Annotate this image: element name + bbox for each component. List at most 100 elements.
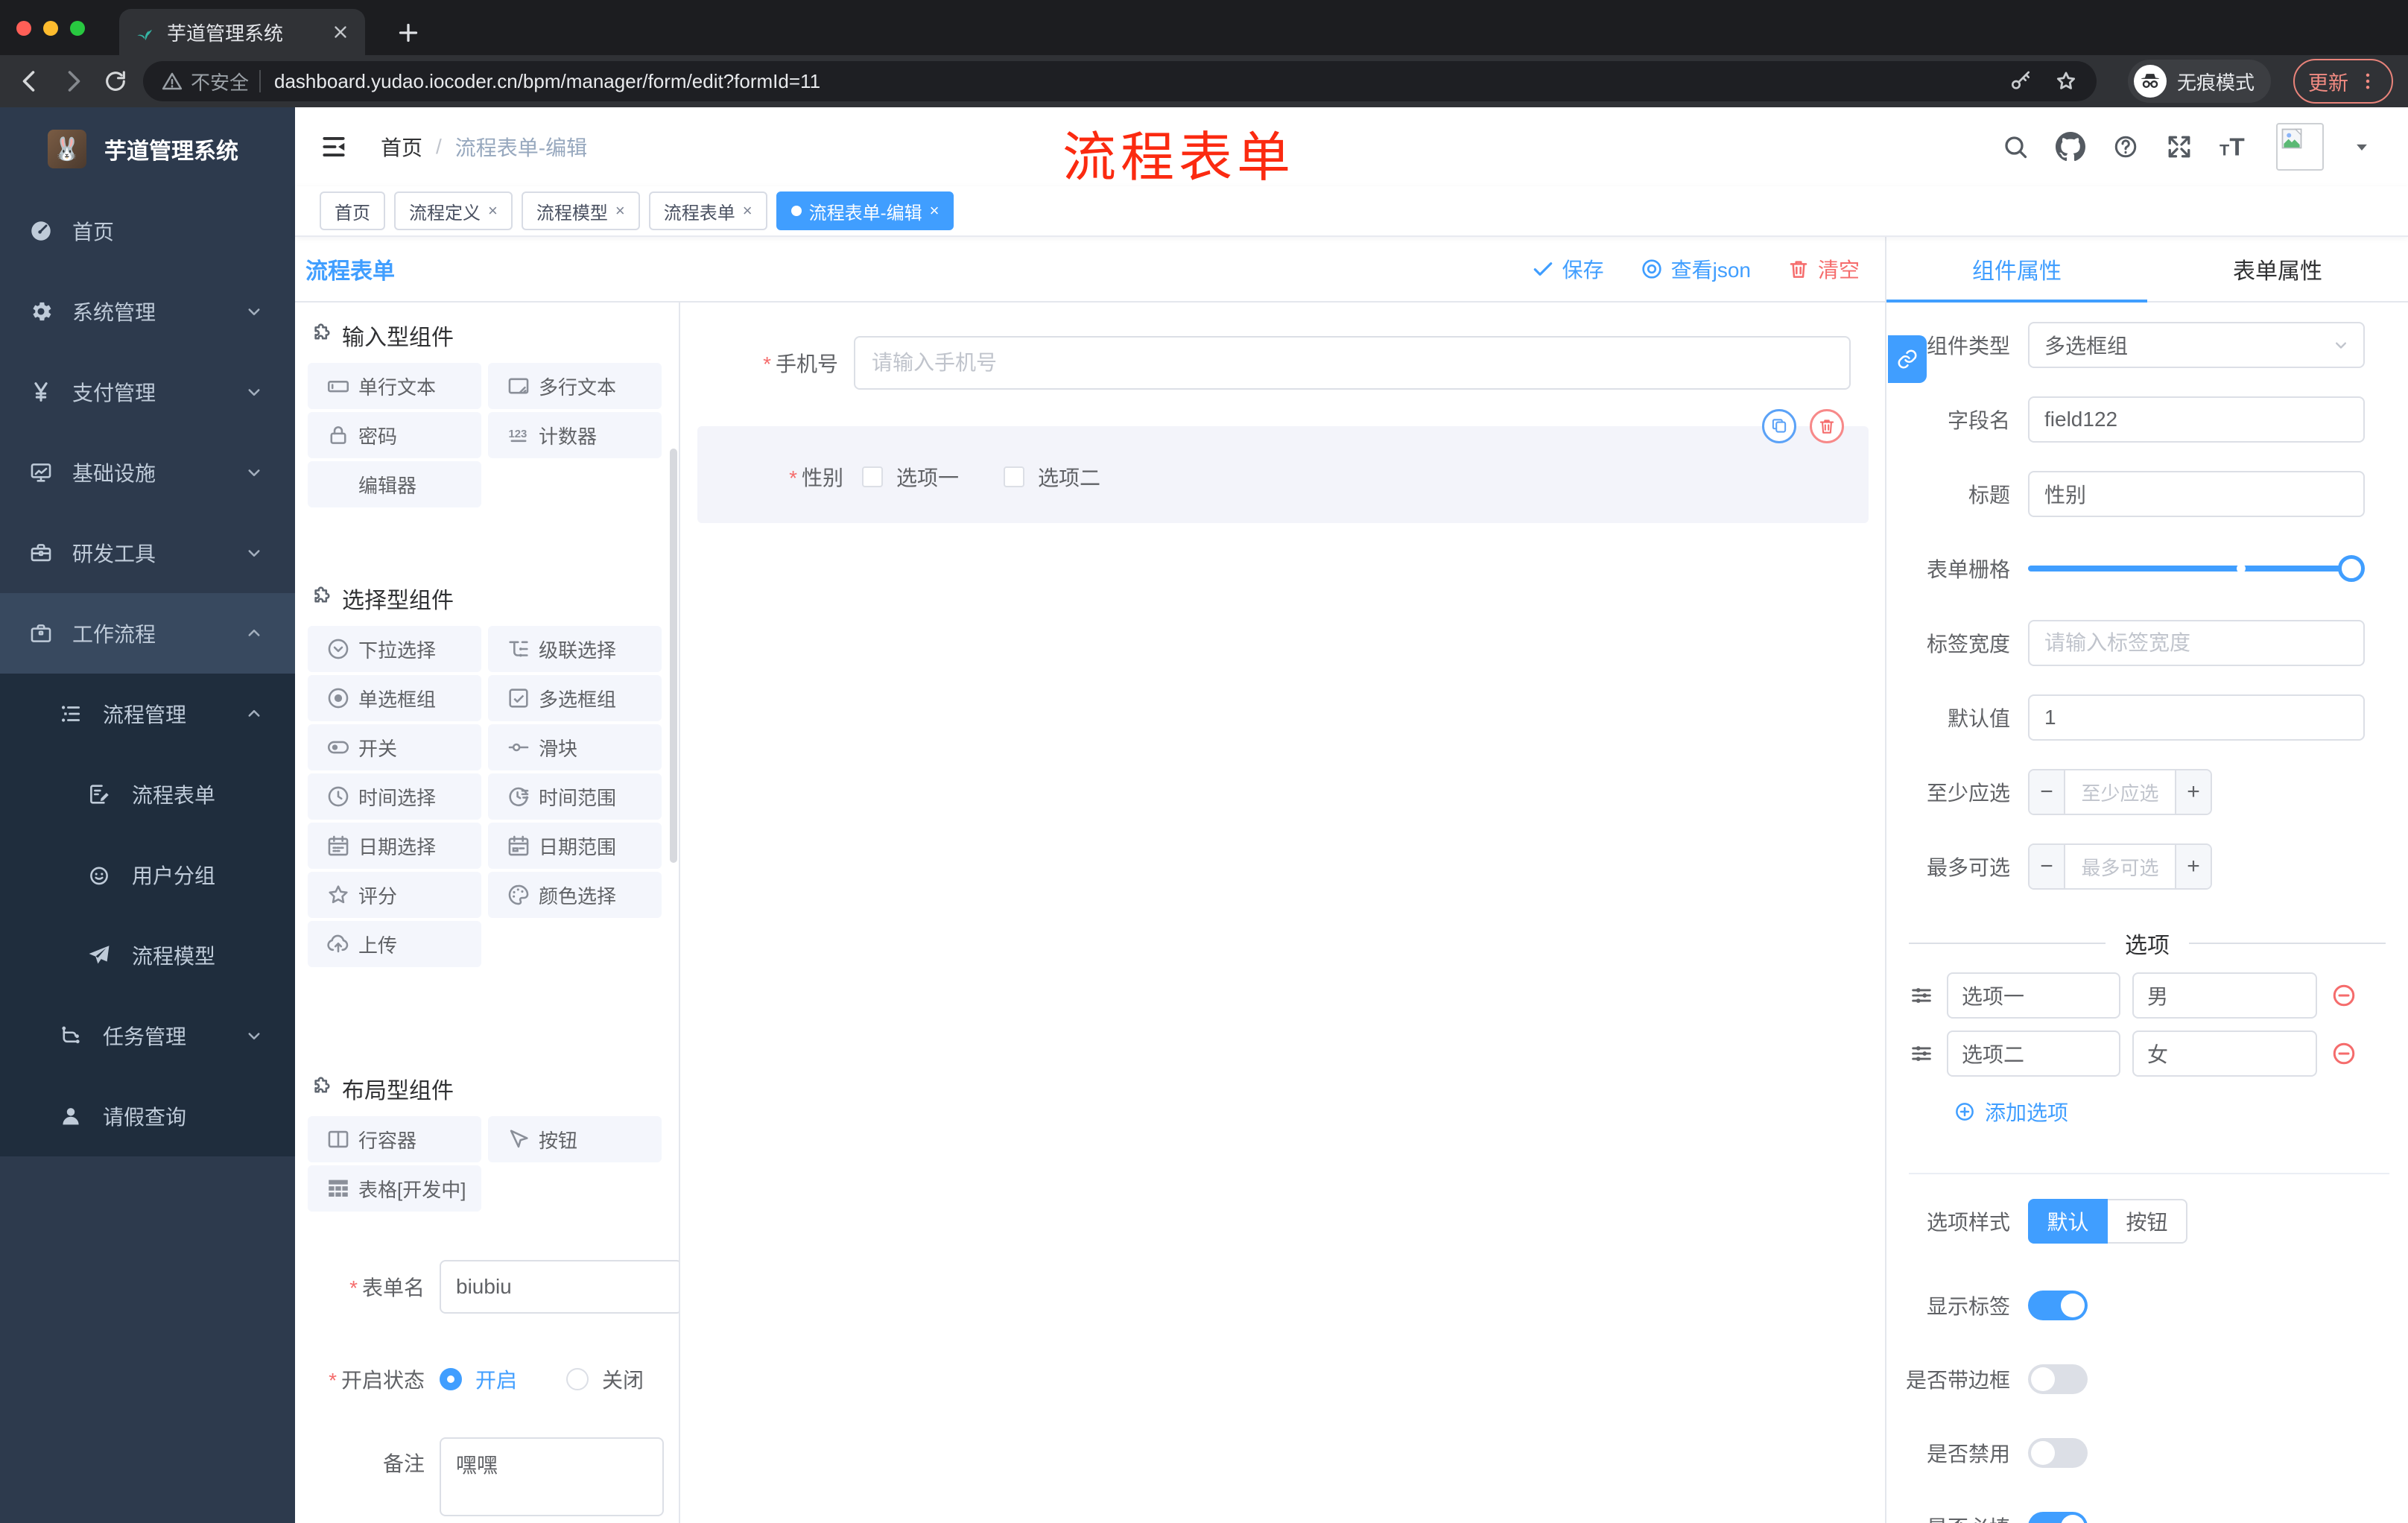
phone-field-input[interactable] <box>854 336 1851 390</box>
palette-scrollbar[interactable] <box>670 449 677 863</box>
toggle-switch-off[interactable] <box>2028 1364 2088 1394</box>
sidebar-item-用户分组[interactable]: 用户分组 <box>0 835 295 915</box>
palette-item-单行文本[interactable]: 单行文本 <box>308 363 481 409</box>
tag-流程模型[interactable]: 流程模型 × <box>521 191 640 230</box>
gender-option1-label[interactable]: 选项一 <box>896 462 959 492</box>
drag-handle-icon[interactable] <box>1909 983 1934 1008</box>
sidebar-item-研发工具[interactable]: 研发工具 <box>0 513 295 593</box>
palette-item-多选框组[interactable]: 多选框组 <box>488 675 662 721</box>
toggle-switch-on[interactable] <box>2028 1512 2088 1523</box>
component-type-value[interactable] <box>2028 322 2365 368</box>
drag-handle-icon[interactable] <box>1909 1041 1934 1066</box>
clear-button[interactable]: 清空 <box>1787 254 1860 284</box>
copy-component-button[interactable] <box>1762 409 1796 443</box>
default-value-input[interactable] <box>2028 694 2365 741</box>
palette-item-行容器[interactable]: 行容器 <box>308 1116 481 1162</box>
status-on-radio[interactable] <box>440 1368 462 1390</box>
help-icon[interactable] <box>2112 133 2139 160</box>
palette-item-颜色选择[interactable]: 颜色选择 <box>488 872 662 918</box>
palette-item-日期选择[interactable]: 日期选择 <box>308 823 481 869</box>
tab-component-props[interactable]: 组件属性 <box>1886 237 2147 303</box>
sidebar-item-流程模型[interactable]: 流程模型 <box>0 915 295 995</box>
sidebar-item-工作流程[interactable]: 工作流程 <box>0 593 295 674</box>
status-on-label[interactable]: 开启 <box>475 1364 517 1394</box>
max-select-placeholder[interactable]: 最多可选 <box>2065 845 2175 888</box>
status-off-label[interactable]: 关闭 <box>602 1364 644 1394</box>
window-zoom-button[interactable] <box>70 21 85 36</box>
breadcrumb-home[interactable]: 首页 <box>381 132 422 162</box>
user-avatar[interactable] <box>2276 123 2324 171</box>
add-option-button[interactable]: 添加选项 <box>1954 1097 2408 1127</box>
gender-option2-label[interactable]: 选项二 <box>1038 462 1100 492</box>
toggle-switch-on[interactable] <box>2028 1291 2088 1320</box>
stepper-increase-button[interactable]: + <box>2175 845 2211 888</box>
browser-update-menu-button[interactable]: 更新 <box>2293 59 2393 104</box>
min-select-placeholder[interactable]: 至少应选 <box>2065 770 2175 814</box>
delete-component-button[interactable] <box>1810 409 1844 443</box>
component-type-select[interactable] <box>2028 322 2365 368</box>
search-icon[interactable] <box>2002 133 2029 160</box>
tag-流程表单-编辑[interactable]: 流程表单-编辑 × <box>776 191 954 230</box>
option-value-input[interactable] <box>2132 972 2317 1019</box>
bookmark-star-icon[interactable] <box>2053 69 2079 94</box>
label-width-input[interactable] <box>2028 620 2365 666</box>
back-icon[interactable] <box>16 68 43 95</box>
palette-item-多行文本[interactable]: 多行文本 <box>488 363 662 409</box>
hamburger-icon[interactable] <box>320 133 348 161</box>
option-label-input[interactable] <box>1947 1030 2120 1077</box>
remove-option-icon[interactable] <box>2331 1040 2357 1067</box>
palette-item-滑块[interactable]: 滑块 <box>488 724 662 770</box>
window-close-button[interactable] <box>16 21 31 36</box>
tag-close-icon[interactable]: × <box>615 201 625 221</box>
sidebar-item-首页[interactable]: 首页 <box>0 191 295 271</box>
tag-流程定义[interactable]: 流程定义 × <box>394 191 513 230</box>
sidebar-item-支付管理[interactable]: 支付管理 <box>0 352 295 432</box>
field-name-input[interactable] <box>2028 396 2365 443</box>
palette-item-编辑器[interactable]: 编辑器 <box>308 461 481 507</box>
style-default-button[interactable]: 默认 <box>2028 1199 2108 1244</box>
palette-item-评分[interactable]: 评分 <box>308 872 481 918</box>
remove-option-icon[interactable] <box>2331 982 2357 1009</box>
url-text[interactable]: dashboard.yudao.iocoder.cn/bpm/manager/f… <box>274 70 2009 93</box>
tag-首页[interactable]: 首页 <box>320 191 385 230</box>
title-input[interactable] <box>2028 471 2365 517</box>
forward-icon[interactable] <box>60 68 86 95</box>
palette-item-下拉选择[interactable]: 下拉选择 <box>308 626 481 672</box>
avatar-caret-icon[interactable] <box>2351 136 2373 158</box>
tag-close-icon[interactable]: × <box>930 201 940 221</box>
sidebar-item-请假查询[interactable]: 请假查询 <box>0 1076 295 1156</box>
palette-item-单选框组[interactable]: 单选框组 <box>308 675 481 721</box>
tag-close-icon[interactable]: × <box>743 201 752 221</box>
sidebar-item-流程管理[interactable]: 流程管理 <box>0 674 295 754</box>
fullscreen-icon[interactable] <box>2166 133 2193 160</box>
palette-item-日期范围[interactable]: 日期范围 <box>488 823 662 869</box>
window-minimize-button[interactable] <box>43 21 58 36</box>
tab-close-icon[interactable] <box>331 22 350 42</box>
palette-item-上传[interactable]: 上传 <box>308 921 481 967</box>
sidebar-item-基础设施[interactable]: 基础设施 <box>0 432 295 513</box>
form-name-input[interactable] <box>440 1260 679 1314</box>
slider-track[interactable] <box>2028 566 2359 571</box>
link-drawer-handle[interactable] <box>1888 335 1927 383</box>
sidebar-item-流程表单[interactable]: 流程表单 <box>0 754 295 835</box>
stepper-increase-button[interactable]: + <box>2175 770 2211 814</box>
password-key-icon[interactable] <box>2009 69 2032 93</box>
new-tab-button[interactable] <box>395 19 422 46</box>
gender-option1-checkbox[interactable] <box>862 466 883 487</box>
palette-item-按钮[interactable]: 按钮 <box>488 1116 662 1162</box>
gender-option2-checkbox[interactable] <box>1004 466 1025 487</box>
browser-tab[interactable]: 芋道管理系统 <box>119 9 365 55</box>
tab-form-props[interactable]: 表单属性 <box>2147 237 2408 301</box>
option-label-input[interactable] <box>1947 972 2120 1019</box>
save-button[interactable]: 保存 <box>1531 254 1604 284</box>
window-controls[interactable] <box>16 21 85 36</box>
github-icon[interactable] <box>2056 132 2085 162</box>
palette-item-时间选择[interactable]: 时间选择 <box>308 773 481 820</box>
palette-item-计数器[interactable]: 计数器 <box>488 412 662 458</box>
tag-close-icon[interactable]: × <box>488 201 498 221</box>
slider-handle[interactable] <box>2338 555 2365 582</box>
font-size-icon[interactable] <box>2220 132 2249 162</box>
url-bar[interactable]: 不安全 dashboard.yudao.iocoder.cn/bpm/manag… <box>143 61 2097 101</box>
form-grid-slider[interactable] <box>2028 545 2365 592</box>
toggle-switch-off[interactable] <box>2028 1438 2088 1468</box>
